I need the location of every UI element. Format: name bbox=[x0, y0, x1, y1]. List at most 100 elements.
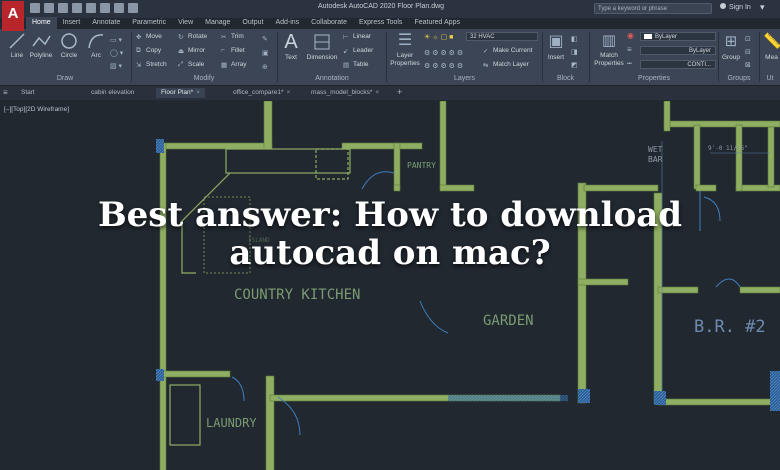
viewport-controls-label[interactable]: [–][Top][2D Wireframe] bbox=[4, 106, 69, 113]
array-button[interactable]: ▦ Array bbox=[221, 61, 247, 69]
fillet-button[interactable]: ⌐ Fillet bbox=[221, 47, 245, 54]
linetype-icon[interactable]: ┅ bbox=[627, 59, 632, 68]
make-current-button[interactable]: ✓ Make Current bbox=[483, 47, 533, 55]
linear-dimension-button[interactable]: ⊢ Linear bbox=[343, 33, 371, 41]
measure-button[interactable]: 📏 Mea bbox=[763, 32, 780, 61]
file-tab-start[interactable]: Start bbox=[16, 88, 40, 98]
insert-block-button[interactable]: ▣ Insert bbox=[545, 32, 567, 61]
stretch-icon: ⇲ bbox=[136, 62, 142, 69]
room-label-wet: WET bbox=[648, 145, 663, 154]
file-tab-cabin-elevation[interactable]: cabin elevation bbox=[86, 88, 139, 98]
color-dropdown[interactable]: ByLayer bbox=[640, 32, 716, 41]
move-button[interactable]: ✥ Move bbox=[136, 33, 162, 41]
line-button[interactable]: Line bbox=[6, 32, 28, 59]
text-button[interactable]: A Text bbox=[280, 32, 302, 61]
copy-button[interactable]: ⧉ Copy bbox=[136, 47, 161, 54]
close-icon[interactable]: × bbox=[375, 89, 379, 96]
share-icon[interactable] bbox=[128, 3, 138, 13]
fillet-label: Fillet bbox=[231, 47, 245, 55]
tab-parametric[interactable]: Parametric bbox=[126, 17, 172, 29]
dimension-icon bbox=[314, 34, 330, 50]
file-tab-office-compare[interactable]: office_compare1* × bbox=[228, 88, 295, 98]
stretch-button[interactable]: ⇲ Stretch bbox=[136, 61, 167, 69]
table-button[interactable]: ▤ Table bbox=[343, 61, 369, 69]
lineweight-dropdown[interactable]: ByLayer bbox=[640, 46, 716, 55]
circle-button[interactable]: Circle bbox=[57, 32, 81, 59]
new-tab-plus-icon[interactable]: + bbox=[397, 87, 402, 97]
help-icon[interactable]: ▾ bbox=[760, 2, 765, 13]
tab-output[interactable]: Output bbox=[236, 17, 269, 29]
block-tool-icons[interactable]: ◧ ◨ ◩ bbox=[571, 33, 578, 72]
close-icon[interactable]: × bbox=[196, 89, 200, 96]
fillet-icon: ⌐ bbox=[221, 47, 225, 54]
tab-view[interactable]: View bbox=[172, 17, 199, 29]
scale-button[interactable]: ⤢ Scale bbox=[178, 61, 204, 68]
close-icon[interactable]: × bbox=[286, 89, 290, 96]
leader-icon: ↙ bbox=[343, 48, 349, 55]
tab-insert[interactable]: Insert bbox=[57, 17, 87, 29]
leader-button[interactable]: ↙ Leader bbox=[343, 47, 374, 55]
room-label-laundry: LAUNDRY bbox=[206, 416, 257, 430]
trim-label: Trim bbox=[231, 33, 244, 41]
groups-panel-title[interactable]: Groups bbox=[719, 75, 759, 84]
trim-button[interactable]: ✂ Trim bbox=[221, 33, 244, 41]
dimension-button[interactable]: Dimension bbox=[304, 32, 340, 61]
arc-button[interactable]: Arc bbox=[84, 32, 108, 59]
sign-in-button[interactable]: Sign In bbox=[720, 3, 751, 11]
draw-panel-title[interactable]: Draw bbox=[0, 75, 130, 84]
rotate-button[interactable]: ↻ Rotate bbox=[178, 33, 207, 41]
tab-add-ins[interactable]: Add-ins bbox=[269, 17, 305, 29]
lineweight-icon[interactable]: ≡ bbox=[627, 45, 632, 54]
array-label: Array bbox=[231, 61, 247, 69]
layers-panel-title[interactable]: Layers bbox=[387, 75, 542, 84]
layer-state-icons[interactable]: ☀ ☼ ▢ ■ bbox=[424, 33, 453, 41]
file-tab-menu-icon[interactable]: ≡ bbox=[3, 88, 8, 97]
polyline-button[interactable]: Polyline bbox=[28, 32, 54, 59]
undo-icon[interactable] bbox=[100, 3, 110, 13]
dimension-text: 9'-0 11/16" bbox=[708, 145, 748, 152]
plot-icon[interactable] bbox=[86, 3, 96, 13]
color-wheel-icon[interactable]: ◉ bbox=[627, 31, 634, 40]
utilities-panel-title[interactable]: Ut bbox=[760, 75, 780, 84]
save-as-icon[interactable] bbox=[72, 3, 82, 13]
block-panel-title[interactable]: Block bbox=[543, 75, 588, 84]
properties-panel-title[interactable]: Properties bbox=[590, 75, 718, 84]
tab-collaborate[interactable]: Collaborate bbox=[305, 17, 353, 29]
tab-home[interactable]: Home bbox=[26, 17, 57, 29]
tab-featured-apps[interactable]: Featured Apps bbox=[408, 17, 466, 29]
match-layer-button[interactable]: ⇆ Match Layer bbox=[483, 61, 529, 69]
insert-block-icon: ▣ bbox=[548, 33, 564, 50]
color-dropdown-label: ByLayer bbox=[655, 34, 678, 40]
linetype-dropdown[interactable]: CONTI... bbox=[640, 60, 716, 69]
make-current-label: Make Current bbox=[493, 47, 533, 55]
room-label-pantry: PANTRY bbox=[407, 161, 436, 170]
open-folder-icon[interactable] bbox=[44, 3, 54, 13]
leader-label: Leader bbox=[353, 47, 374, 55]
group-button[interactable]: ⊞ Group bbox=[720, 32, 742, 61]
save-icon[interactable] bbox=[58, 3, 68, 13]
tab-express-tools[interactable]: Express Tools bbox=[353, 17, 408, 29]
tab-manage[interactable]: Manage bbox=[199, 17, 236, 29]
arc-icon bbox=[88, 34, 104, 49]
trim-icon: ✂ bbox=[221, 34, 227, 41]
file-tab-mass-model-blocks[interactable]: mass_model_blocks* × bbox=[306, 88, 384, 98]
group-icon: ⊞ bbox=[724, 33, 738, 50]
modify-more-icons[interactable]: ✎ ▣ ⊕ bbox=[262, 33, 269, 75]
match-properties-button[interactable]: ▥ Match Properties bbox=[593, 32, 625, 68]
search-input[interactable]: Type a keyword or phrase bbox=[594, 3, 712, 14]
application-menu-button[interactable]: A bbox=[2, 1, 24, 31]
redo-icon[interactable] bbox=[114, 3, 124, 13]
draw-more-icons[interactable]: ▭ ▾ ◯ ▾ ▨ ▾ bbox=[110, 34, 123, 73]
layer-dropdown[interactable]: 32 HVAC bbox=[466, 32, 538, 41]
file-tab-label: office_compare1* bbox=[233, 89, 284, 96]
modify-panel-title[interactable]: Modify bbox=[132, 75, 276, 84]
layer-properties-button[interactable]: ☰ Layer Properties bbox=[389, 32, 421, 68]
drawing-viewport[interactable]: PANTRY ISLAND COUNTRY KITCHEN GARDEN LAU… bbox=[0, 101, 780, 470]
tab-annotate[interactable]: Annotate bbox=[86, 17, 126, 29]
annotation-panel-title[interactable]: Annotation bbox=[278, 75, 386, 84]
new-file-icon[interactable] bbox=[30, 3, 40, 13]
file-tab-floor-plan[interactable]: Floor Plan* × bbox=[156, 88, 205, 98]
group-tool-icons[interactable]: ⊡ ⊟ ⊠ bbox=[745, 33, 751, 72]
mirror-button[interactable]: ⏏ Mirror bbox=[178, 47, 205, 55]
layer-tool-icons[interactable]: ⚙ ⚙ ⚙ ⚙ ⚙ ⚙ ⚙ ⚙ ⚙ ⚙ bbox=[424, 47, 463, 73]
